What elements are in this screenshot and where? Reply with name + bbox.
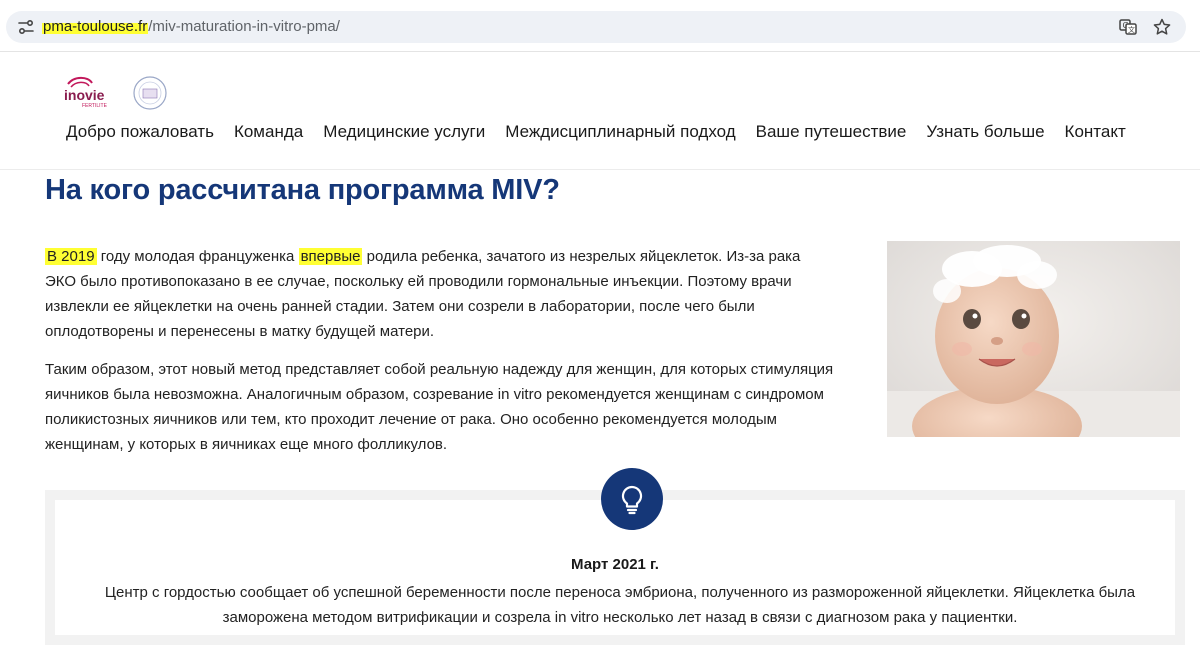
logo-subtext: FERTILITE [82, 103, 108, 109]
nav-item-journey[interactable]: Ваше путешествие [756, 122, 907, 142]
nav-item-team[interactable]: Команда [234, 122, 303, 142]
announcement-date: Март 2021 г. [571, 556, 659, 573]
site-header: inovie FERTILITE Добро пожаловать Команд… [0, 52, 1200, 170]
site-info-icon[interactable] [16, 17, 36, 37]
lightbulb-icon [601, 468, 663, 530]
url-text[interactable]: pma-toulouse.fr/miv-maturation-in-vitro-… [42, 18, 340, 36]
logo-text: inovie [64, 87, 105, 103]
translate-icon[interactable]: G文 [1118, 17, 1138, 37]
method-paragraph: Таким образом, этот новый метод представ… [45, 361, 834, 453]
nav-item-contact[interactable]: Контакт [1065, 122, 1126, 142]
nav-item-welcome[interactable]: Добро пожаловать [66, 122, 214, 142]
nav-item-learn-more[interactable]: Узнать больше [926, 122, 1044, 142]
announcement-text: Центр с гордостью сообщает об успешной б… [104, 584, 1136, 626]
highlight-year: В 2019 [45, 248, 97, 265]
nav-item-medical-services[interactable]: Медицинские услуги [323, 122, 485, 142]
main-nav: Добро пожаловать Команда Медицинские усл… [66, 122, 1146, 142]
bookmark-star-icon[interactable] [1152, 17, 1172, 37]
svg-text:文: 文 [1128, 25, 1135, 34]
intro-paragraph: В 2019 году молодая француженка впервые … [45, 244, 825, 344]
address-bar[interactable]: pma-toulouse.fr/miv-maturation-in-vitro-… [6, 11, 1186, 43]
nav-item-interdisciplinary[interactable]: Междисциплинарный подход [505, 122, 735, 142]
intro-text-1: году молодая француженка [96, 248, 299, 265]
site-logo[interactable]: inovie FERTILITE [62, 74, 170, 112]
highlight-first-time: впервые [298, 248, 363, 265]
baby-photo [887, 241, 1180, 437]
page-title: На кого рассчитана программа MIV? [45, 174, 560, 206]
url-host: pma-toulouse.fr [42, 18, 149, 35]
url-path: /miv-maturation-in-vitro-pma/ [148, 18, 340, 35]
browser-toolbar: pma-toulouse.fr/miv-maturation-in-vitro-… [0, 0, 1200, 52]
